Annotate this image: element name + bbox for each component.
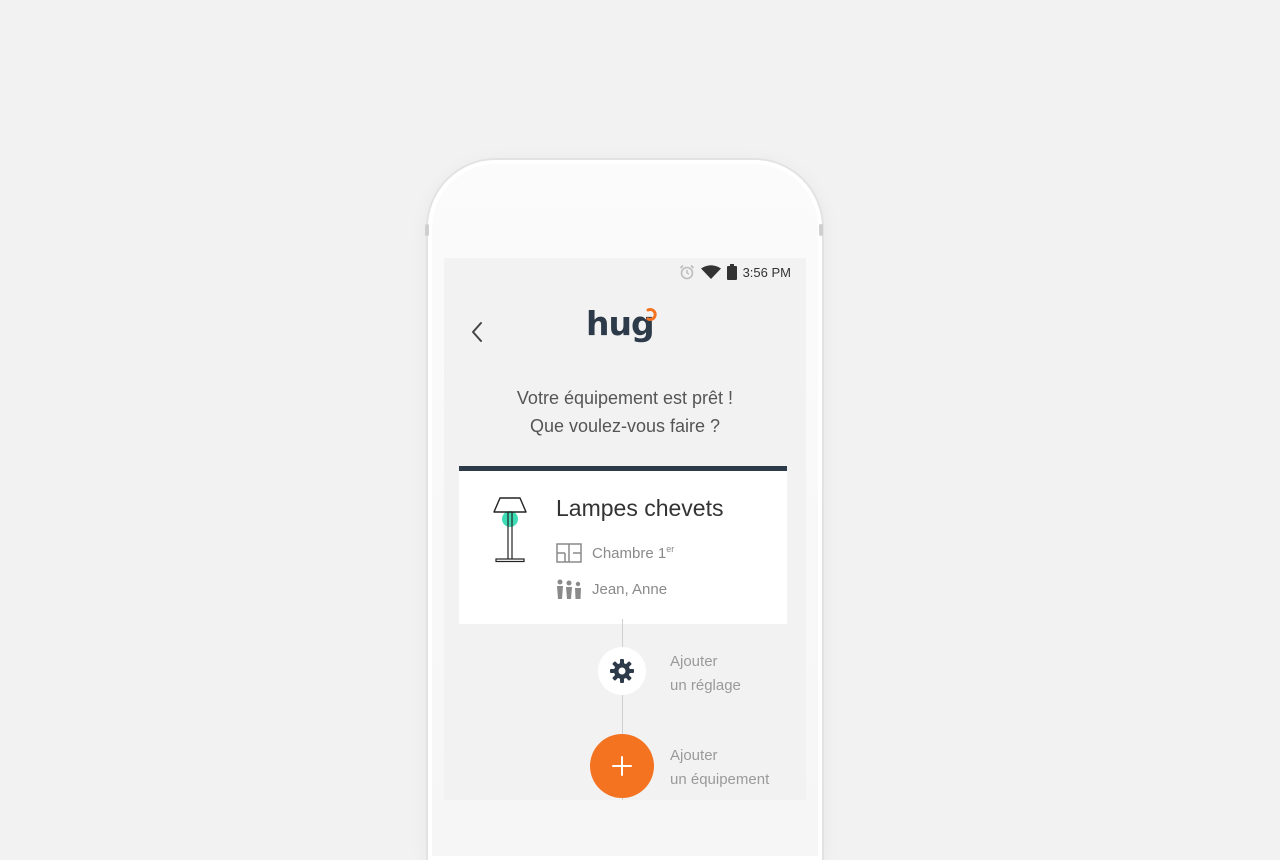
room-floorplan-icon [556,543,582,563]
device-users-row: Jean, Anne [556,579,667,599]
users-icon [557,579,581,599]
device-room-suffix: er [666,544,675,554]
ready-prompt: Votre équipement est prêt ! Que voulez-v… [444,384,806,440]
battery-icon [726,264,737,280]
add-setting-label-line1: Ajouter [670,653,718,670]
prompt-line-1: Votre équipement est prêt ! [516,388,734,408]
gear-icon [610,659,634,683]
phone-side-button-left [425,224,429,236]
add-device-label[interactable]: Ajouter un équipement [670,744,769,792]
add-device-label-line1: Ajouter [670,747,718,764]
status-time: 3:56 PM [742,264,791,280]
prompt-line-2: Que voulez-vous faire ? [529,416,721,436]
phone-side-button-right [819,224,823,236]
add-device-button[interactable] [590,734,654,798]
add-setting-button[interactable] [598,647,646,695]
device-card[interactable]: Lampes chevets Chambre 1er Jean, Anne [459,466,787,624]
device-room-row: Chambre 1er [556,543,674,563]
status-bar: 3:56 PM [679,262,791,282]
device-room-label: Chambre 1 [592,545,667,562]
add-setting-label-line2: un réglage [670,677,741,694]
device-room: Chambre 1er [592,544,674,562]
device-users: Jean, Anne [592,580,668,598]
plus-icon [612,756,632,776]
logo-ring-icon [646,308,657,321]
chevron-left-icon [472,322,482,342]
alarm-icon [679,264,694,280]
add-device-label-line2: un équipement [670,771,770,788]
back-button[interactable] [466,318,490,346]
add-setting-label[interactable]: Ajouter un réglage [670,650,741,698]
app-screen: 3:56 PM hug Votre équipement est prêt ! … [444,258,806,800]
lamp-icon [493,497,527,563]
wifi-icon [700,265,721,279]
device-name: Lampes chevets [556,495,724,521]
